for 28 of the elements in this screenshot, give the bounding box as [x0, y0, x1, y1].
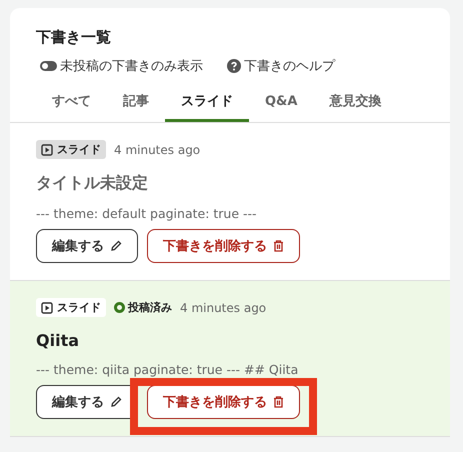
tab[interactable]: Q&A: [249, 85, 314, 122]
play-icon: [41, 302, 53, 314]
delete-button[interactable]: 下書きを削除する: [147, 229, 300, 263]
pencil-icon: [110, 396, 122, 408]
timestamp: 4 minutes ago: [180, 300, 266, 314]
tab[interactable]: 記事: [107, 85, 165, 122]
edit-button[interactable]: 編集する: [36, 229, 138, 263]
timestamp: 4 minutes ago: [114, 142, 200, 156]
delete-button[interactable]: 下書きを削除する: [147, 385, 300, 419]
toggle-switch[interactable]: [40, 61, 57, 71]
help-link[interactable]: 下書きのヘルプ: [244, 57, 335, 75]
draft-excerpt: --- theme: default paginate: true ---: [36, 206, 258, 221]
tab[interactable]: すべて: [36, 85, 107, 122]
page-title: 下書き一覧: [36, 28, 112, 47]
play-icon: [41, 144, 53, 156]
tab[interactable]: 意見交換: [313, 85, 398, 122]
status-label: 投稿済み: [128, 300, 172, 315]
trash-icon: [273, 240, 284, 252]
draft-title: タイトル未設定: [36, 173, 149, 194]
help-icon[interactable]: [227, 59, 241, 73]
trash-icon: [273, 396, 284, 408]
toggle-label: 未投稿の下書きのみ表示: [60, 58, 203, 75]
draft-title: Qiita: [36, 331, 80, 350]
type-label: スライド: [57, 300, 101, 315]
status-dot-icon: [114, 302, 125, 313]
pencil-icon: [110, 240, 122, 252]
type-label: スライド: [57, 142, 101, 157]
draft-excerpt: --- theme: qiita paginate: true --- ## Qiita: [36, 362, 300, 377]
